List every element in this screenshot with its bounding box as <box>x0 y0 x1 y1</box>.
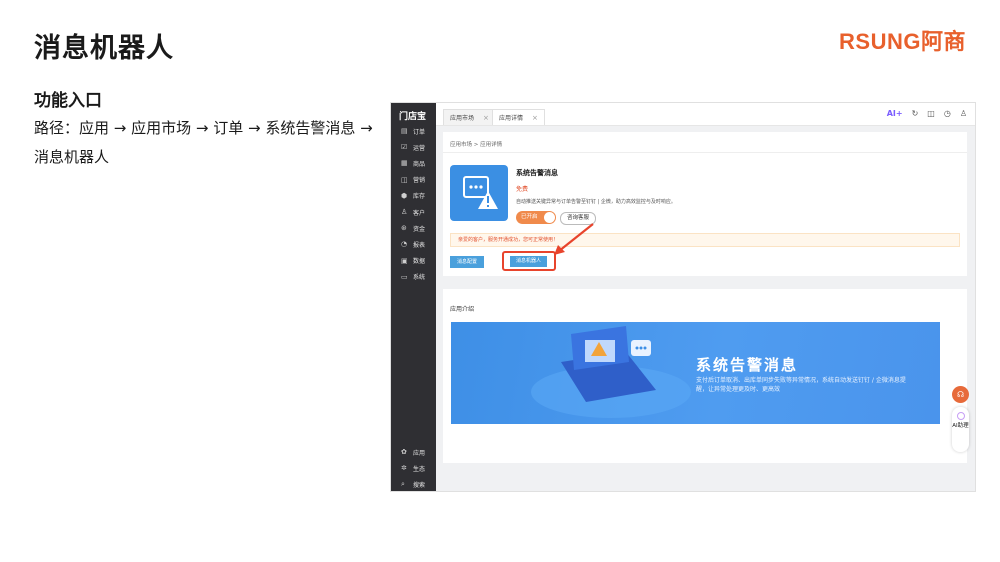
close-icon[interactable]: × <box>483 114 489 122</box>
app-detail-card: 应用市场 > 应用详情 系统告警消息 免费 自动推送关键异常与订单告警至钉钉 |… <box>443 132 967 276</box>
section-title: 功能入口 <box>34 91 102 111</box>
message-config-button[interactable]: 消息配置 <box>450 256 485 268</box>
intro-banner: 系统告警消息 支付后订单取消、出库单同步失败等异常情况，系统自动发送钉钉 / 企… <box>451 322 940 424</box>
sidebar-item-label: 订单 <box>413 128 426 136</box>
sidebar-item[interactable]: ▭ 系统 <box>391 269 436 285</box>
sidebar-item[interactable]: ♙ 客户 <box>391 204 436 220</box>
price-label: 免费 <box>516 186 529 193</box>
sidebar-item-label: 系统 <box>413 274 426 282</box>
ai-assistant-button[interactable]: AI助理 <box>952 407 969 452</box>
sidebar-item-label: 资金 <box>413 225 426 233</box>
user-icon[interactable]: ♙ <box>960 109 967 118</box>
message-robot-button[interactable]: 消息机器人 <box>510 256 548 267</box>
sidebar-item[interactable]: ▤ 订单 <box>391 123 436 139</box>
data-icon: ▣ <box>401 256 408 265</box>
ai-plus-icon[interactable]: AI+ <box>887 109 903 118</box>
tab-label: 应用市场 <box>450 115 475 122</box>
intro-title: 应用介绍 <box>450 306 475 313</box>
success-notice: 亲爱的客户，服务开通成功，您可正常使用！ <box>450 233 960 247</box>
sidebar-item-label: 搜索 <box>413 481 426 489</box>
app-brand: 门店宝 <box>399 112 427 122</box>
pointer-arrow-icon <box>554 223 594 255</box>
ecosystem-icon: ✲ <box>401 464 407 473</box>
apps-icon: ✿ <box>401 448 407 457</box>
slide-title: 消息机器人 <box>34 33 174 64</box>
top-bar: 应用市场 × 应用详情 × AI+ ↻ ◫ ◷ ♙ <box>436 103 975 126</box>
sidebar-item[interactable]: ✿ 应用 <box>391 444 436 460</box>
banner-description: 支付后订单取消、出库单同步失败等异常情况，系统自动发送钉钉 / 企微消息提醒，让… <box>696 377 906 393</box>
ai-assistant-label: AI助理 <box>952 423 969 429</box>
sidebar-item[interactable]: ◔ 报表 <box>391 236 436 252</box>
tab-label: 应用详情 <box>499 115 524 122</box>
app-intro-card: 应用介绍 系统告警消息 支付后订单取消、出库单同步失败等异常情况，系统自动发送钉… <box>443 289 967 463</box>
funds-icon: ⊛ <box>401 224 407 233</box>
sidebar-item-label: 报表 <box>413 241 426 249</box>
order-icon: ▤ <box>401 127 408 136</box>
brand-logo: RSUNG阿商 <box>839 29 966 54</box>
sidebar-item-label: 生态 <box>413 465 426 473</box>
enabled-toggle[interactable]: 已开启 <box>516 211 556 224</box>
report-icon: ◔ <box>401 240 408 249</box>
sidebar-item-label: 库存 <box>413 193 426 201</box>
sidebar-item[interactable]: ◫ 营销 <box>391 172 436 188</box>
banner-title: 系统告警消息 <box>696 356 799 374</box>
close-icon[interactable]: × <box>532 114 538 122</box>
operation-icon: ☑ <box>401 143 408 152</box>
sidebar-item-label: 客户 <box>413 209 426 217</box>
sidebar-item-label: 商品 <box>413 160 426 168</box>
app-screenshot: 门店宝 ▤ 订单 ☑ 运营 ▦ 商品 ◫ 营销 ⬢ 库存 ♙ 客户 ⊛ 资金 ◔ 报表 ▣ 数据 ▭ 系统 ✿ 应用 ✲ 生… <box>390 102 976 492</box>
divider <box>443 152 967 153</box>
marketing-icon: ◫ <box>401 175 408 184</box>
customer-service-icon[interactable]: ☊ <box>952 386 969 403</box>
sidebar: 门店宝 ▤ 订单 ☑ 运营 ▦ 商品 ◫ 营销 ⬢ 库存 ♙ 客户 ⊛ 资金 ◔ 报表 ▣ 数据 ▭ 系统 ✿ 应用 ✲ 生… <box>391 103 436 491</box>
sidebar-item-label: 运营 <box>413 144 426 152</box>
app-name: 系统告警消息 <box>516 169 558 177</box>
sidebar-item[interactable]: ▦ 商品 <box>391 155 436 171</box>
product-icon: ▦ <box>401 159 408 168</box>
system-icon: ▭ <box>401 272 408 281</box>
sidebar-item-label: 数据 <box>413 258 426 266</box>
robot-button-highlight: 消息机器人 <box>502 251 556 271</box>
sidebar-item[interactable]: ✲ 生态 <box>391 460 436 476</box>
sidebar-item[interactable]: ☑ 运营 <box>391 139 436 155</box>
ai-assistant-icon <box>956 412 965 420</box>
sidebar-item-label: 营销 <box>413 177 426 185</box>
inventory-icon: ⬢ <box>401 191 408 200</box>
help-icon[interactable]: ◷ <box>944 109 951 118</box>
sidebar-item-label: 应用 <box>413 449 426 457</box>
sidebar-item[interactable]: ▣ 数据 <box>391 253 436 269</box>
tab-app-detail[interactable]: 应用详情 × <box>492 109 545 125</box>
alert-message-app-icon <box>450 165 508 221</box>
notification-icon[interactable]: ◫ <box>927 109 935 118</box>
sidebar-item[interactable]: ⊛ 资金 <box>391 220 436 236</box>
sidebar-item[interactable]: ⌕ 搜索 <box>391 476 436 491</box>
tab-app-market[interactable]: 应用市场 × <box>443 109 496 125</box>
search-icon: ⌕ <box>401 479 405 488</box>
customer-icon: ♙ <box>401 208 408 217</box>
sidebar-item[interactable]: ⬢ 库存 <box>391 188 436 204</box>
breadcrumb: 应用市场 > 应用详情 <box>450 142 503 148</box>
app-description: 自动推送关键异常与订单告警至钉钉 | 企微，助力高效监控与及时响应。 <box>516 199 676 205</box>
path-description: 路径：应用 → 应用市场 → 订单 → 系统告警消息 → 消息机器人 <box>34 119 373 166</box>
refresh-icon[interactable]: ↻ <box>912 109 919 118</box>
